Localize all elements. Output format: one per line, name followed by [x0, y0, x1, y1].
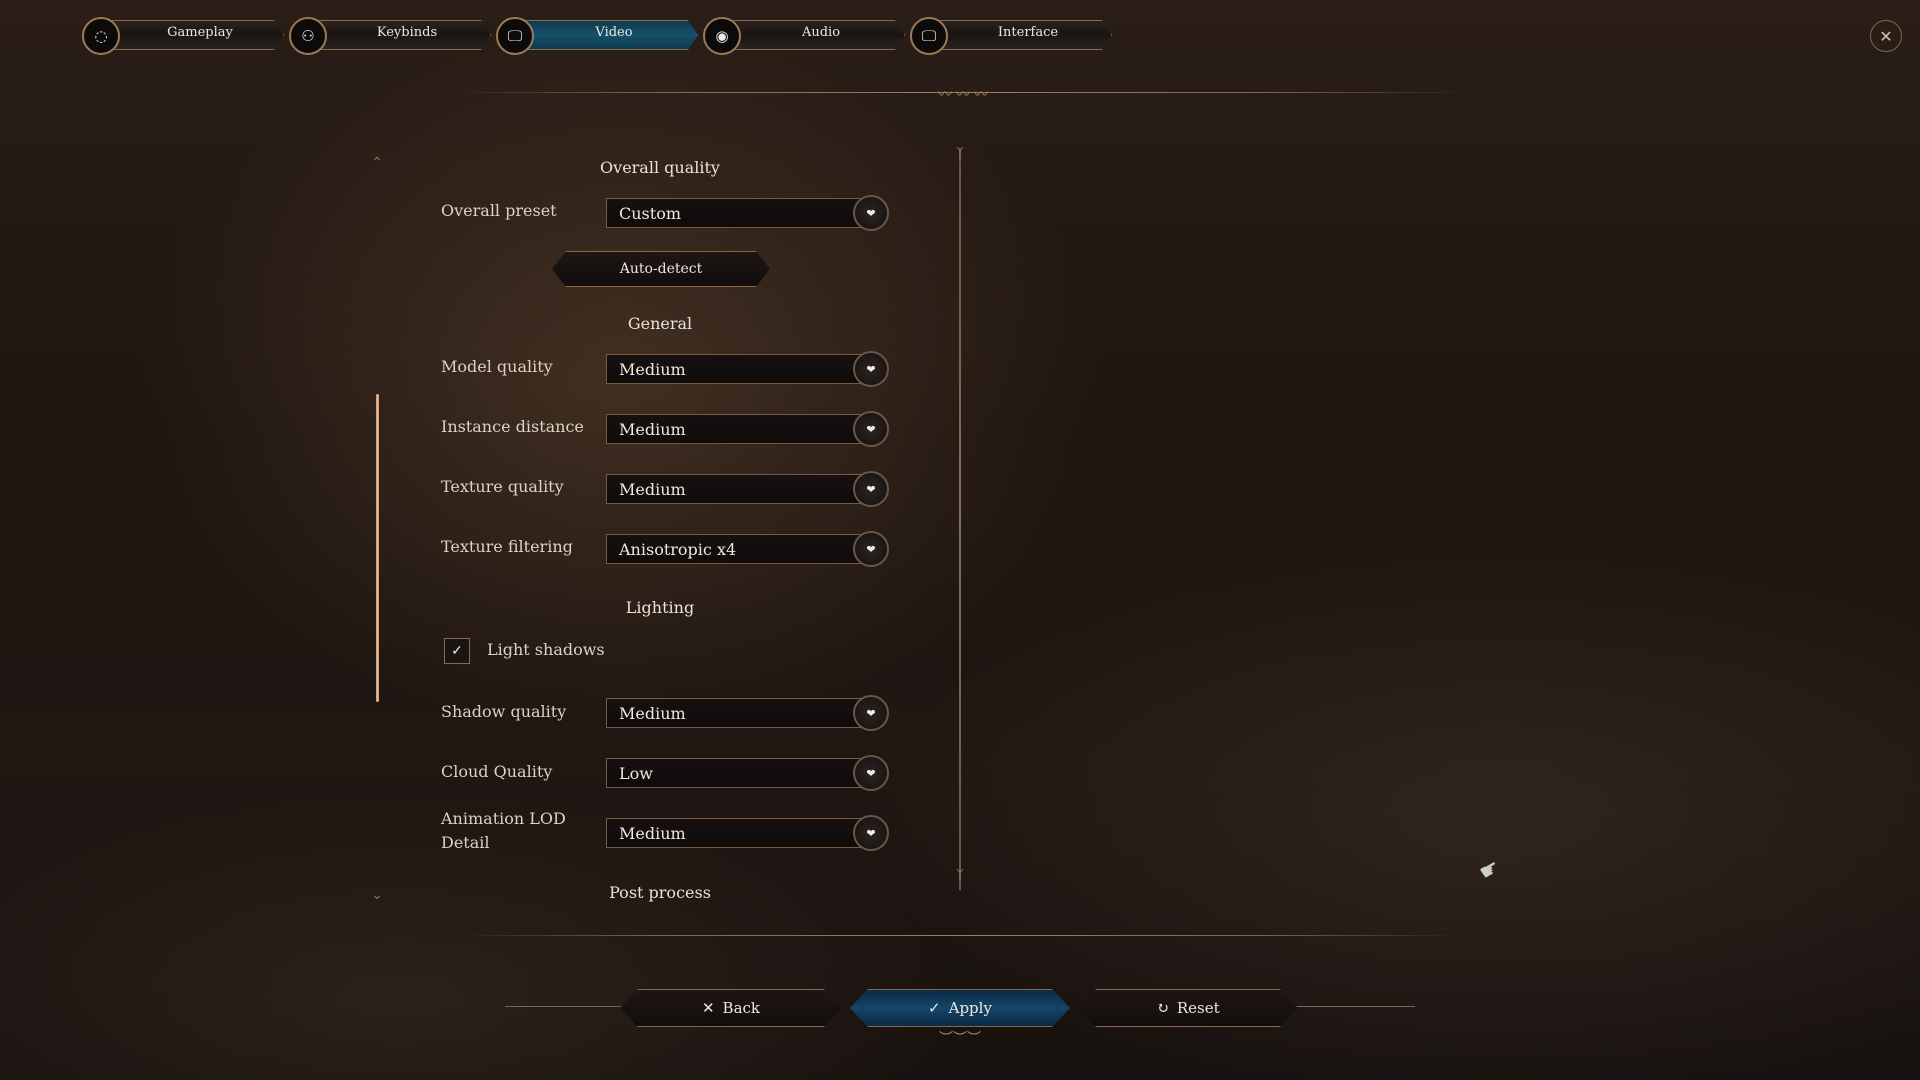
label-model-quality: Model quality	[441, 357, 553, 376]
scroll-up-arrow-icon[interactable]: ⌃	[366, 155, 388, 171]
ornament-icon: ᛉ	[955, 146, 965, 162]
label-cloud-quality: Cloud Quality	[441, 762, 553, 781]
section-heading-lighting: Lighting	[625, 598, 695, 617]
light-shadows-checkbox[interactable]: ✓	[444, 638, 470, 664]
monitor-icon: 🖵	[496, 17, 534, 55]
ornament-icon: ︶︶︶	[939, 1031, 981, 1047]
chevron-down-icon[interactable]: ❤	[853, 815, 889, 851]
tab-label: Interface	[997, 25, 1059, 40]
gauntlet-cursor-icon: ☛	[1475, 854, 1505, 887]
tab-label: Gameplay	[167, 25, 233, 40]
close-button[interactable]: ✕	[1870, 20, 1902, 52]
model-quality-dropdown[interactable]: Medium ❤	[606, 351, 889, 387]
label-texture-quality: Texture quality	[441, 477, 564, 496]
cloud-quality-dropdown[interactable]: Low ❤	[606, 755, 889, 791]
texture-filtering-dropdown[interactable]: Anisotropic x4 ❤	[606, 531, 889, 567]
label-overall-preset: Overall preset	[441, 201, 557, 220]
tab-audio[interactable]: ◉ Audio	[701, 17, 905, 55]
close-icon: ✕	[701, 999, 715, 1017]
label-light-shadows: Light shadows	[487, 640, 605, 659]
shadow-quality-dropdown[interactable]: Medium ❤	[606, 695, 889, 731]
bottom-divider	[460, 935, 1460, 936]
close-icon: ✕	[1879, 26, 1893, 46]
label-instance-distance: Instance distance	[441, 417, 584, 436]
keybinds-icon: ⚇	[289, 17, 327, 55]
chevron-down-icon[interactable]: ❤	[853, 755, 889, 791]
chevron-down-icon[interactable]: ❤	[853, 695, 889, 731]
tab-keybinds[interactable]: ⚇ Keybinds	[287, 17, 491, 55]
scroll-down-arrow-icon[interactable]: ⌄	[366, 887, 388, 903]
section-heading-general: General	[627, 314, 693, 333]
audio-icon: ◉	[703, 17, 741, 55]
reset-button[interactable]: ↻ Reset	[1078, 989, 1298, 1027]
tab-gameplay[interactable]: ◌ Gameplay	[80, 17, 284, 55]
chevron-down-icon[interactable]: ❤	[853, 471, 889, 507]
chevron-down-icon[interactable]: ❤	[853, 411, 889, 447]
reset-icon: ↻	[1156, 999, 1169, 1017]
ornament-icon: 〰〰〰	[938, 87, 992, 103]
label-animation-lod: Animation LOD Detail	[441, 809, 566, 852]
checkmark-icon: ✓	[451, 643, 463, 659]
panel-divider	[959, 150, 961, 890]
texture-quality-dropdown[interactable]: Medium ❤	[606, 471, 889, 507]
overall-preset-dropdown[interactable]: Custom ❤	[606, 195, 889, 231]
tab-label: Keybinds	[376, 25, 438, 40]
label-shadow-quality: Shadow quality	[441, 702, 567, 721]
tab-label: Video	[595, 25, 633, 40]
tab-interface[interactable]: 🖵 Interface	[908, 17, 1112, 55]
tab-video[interactable]: 🖵 Video	[494, 17, 698, 55]
ornament-icon: ᛉ	[955, 868, 965, 884]
button-bar-line	[505, 1006, 625, 1007]
chevron-down-icon[interactable]: ❤	[853, 195, 889, 231]
instance-distance-dropdown[interactable]: Medium ❤	[606, 411, 889, 447]
checkmark-icon: ✓	[928, 999, 941, 1017]
monitor-icon: 🖵	[910, 17, 948, 55]
chevron-down-icon[interactable]: ❤	[853, 351, 889, 387]
back-button[interactable]: ✕ Back	[620, 989, 842, 1027]
gameplay-icon: ◌	[82, 17, 120, 55]
auto-detect-button[interactable]: Auto-detect	[552, 251, 770, 287]
scrollbar-thumb[interactable]	[376, 394, 379, 702]
label-texture-filtering: Texture filtering	[441, 537, 573, 556]
chevron-down-icon[interactable]: ❤	[853, 531, 889, 567]
section-heading-post-process: Post process	[609, 883, 711, 902]
settings-tabs: ◌ Gameplay ⚇ Keybinds 🖵 Video ◉ Audio 🖵 …	[80, 17, 1112, 55]
apply-button[interactable]: ✓ Apply	[850, 989, 1070, 1027]
animation-lod-dropdown[interactable]: Medium ❤	[606, 815, 889, 851]
button-bar-line	[1295, 1006, 1415, 1007]
tab-label: Audio	[801, 25, 841, 40]
section-heading-overall: Overall quality	[600, 158, 720, 177]
